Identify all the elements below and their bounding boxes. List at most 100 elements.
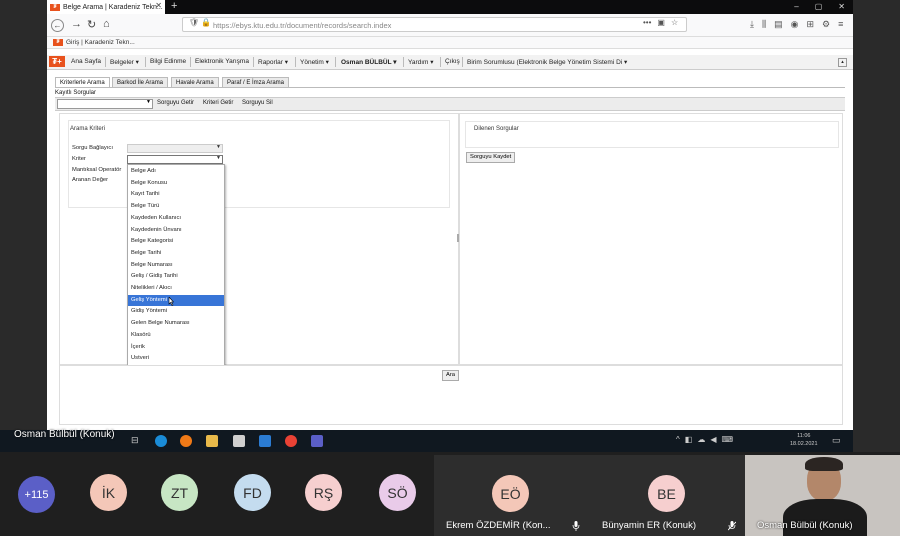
dropdown-option[interactable]: Kaydedenin Ünvanı — [128, 225, 224, 237]
dropdown-option[interactable]: Belge Tarihi — [128, 248, 224, 260]
store-icon[interactable] — [233, 435, 245, 447]
shared-screen: ₮ Belge Arama | Karadeniz Tekn... ✕ + – … — [0, 0, 900, 452]
network-icon[interactable]: ◧ — [685, 435, 693, 444]
participant-avatar[interactable]: FD — [234, 474, 271, 511]
chevron-down-icon: ▼ — [216, 155, 221, 161]
more-icon[interactable]: ••• — [643, 18, 651, 27]
dropdown-option[interactable]: Belge Adı — [128, 166, 224, 178]
get-query-button[interactable]: Sorguyu Getir — [157, 100, 194, 106]
tab-criteria-search[interactable]: Kriterlerle Arama — [55, 77, 110, 87]
toolbar-icons: ⤓ ⫼ ▤ ◉ ⊞ ⚙ ≡ — [750, 19, 843, 30]
dropdown-option[interactable]: Belge Konusu — [128, 178, 224, 190]
criteria-title: Arama Kriteri — [70, 126, 106, 132]
library-icon[interactable]: ⫼ — [762, 19, 766, 30]
edge-icon[interactable] — [155, 435, 167, 447]
search-button[interactable]: Ara — [442, 370, 460, 381]
dropdown-option[interactable]: Ustveri — [128, 353, 224, 365]
settings-icon[interactable]: ⚙ — [822, 19, 830, 30]
notification-icon[interactable]: ▭ — [832, 435, 841, 446]
dropdown-option-selected[interactable]: Geliş Yöntemi — [128, 294, 224, 307]
sidebar-icon[interactable]: ▤ — [774, 19, 783, 30]
tab-signature-search[interactable]: Paraf / E İmza Arama — [222, 77, 290, 87]
get-criteria-button[interactable]: Kriteri Getir — [203, 100, 233, 106]
tab-strip: ₮ Belge Arama | Karadeniz Tekn... ✕ + – … — [47, 0, 853, 14]
dropdown-option[interactable]: Kayıt Tarihi — [128, 189, 224, 201]
participant-video-tile[interactable]: Osman Bülbül (Konuk) — [745, 455, 900, 536]
home-icon[interactable]: ⌂ — [103, 18, 110, 30]
menu-e-competition[interactable]: Elektronik Yarışma — [195, 58, 249, 65]
delete-query-button[interactable]: Sorguyu Sil — [242, 100, 273, 106]
menu-separator — [295, 57, 296, 67]
participant-tile[interactable]: EÖ Ekrem ÖZDEMİR (Kon... — [434, 455, 590, 536]
person-hair — [805, 457, 843, 471]
participant-avatar[interactable]: ZT — [161, 474, 198, 511]
menu-help[interactable]: Yardım ▾ — [408, 58, 434, 66]
tab-underline — [55, 87, 845, 88]
menu-reports[interactable]: Raporlar ▾ — [258, 58, 288, 66]
task-view-icon[interactable]: ⊟ — [131, 435, 143, 447]
site-favicon: ₮ — [50, 3, 60, 11]
mail-icon[interactable] — [259, 435, 271, 447]
participant-tile[interactable]: BE Bünyamin ER (Konuk) — [590, 455, 746, 536]
close-icon[interactable]: ✕ — [155, 1, 162, 10]
extension-icon[interactable]: ⊞ — [807, 19, 815, 30]
reload-icon[interactable]: ↻ — [87, 18, 96, 31]
clock[interactable]: 11:06 18.02.2021 — [790, 432, 818, 448]
menu-logout[interactable]: Çıkış — [445, 58, 460, 65]
url-bar[interactable]: https://ebys.ktu.edu.tr/document/records… — [182, 17, 687, 32]
dropdown-option[interactable]: Nitelikleri / Akıcı — [128, 283, 224, 295]
keyboard-icon[interactable]: ⌨ — [721, 435, 733, 444]
firefox-icon[interactable] — [180, 435, 192, 447]
close-window-icon[interactable]: ✕ — [838, 0, 845, 13]
dropdown-option[interactable]: Klasörü — [128, 330, 224, 342]
collapse-icon[interactable]: ▴ — [838, 58, 847, 67]
menu-user[interactable]: Osman BÜLBÜL ▾ — [341, 58, 397, 66]
maximize-icon[interactable]: ▢ — [815, 0, 823, 13]
app-logo[interactable]: ₮+ — [49, 56, 65, 67]
dropdown-option[interactable]: Gelen Belge Numarası — [128, 318, 224, 330]
menu-separator — [440, 57, 441, 67]
tab-referral-search[interactable]: Havale Arama — [171, 77, 219, 87]
volume-icon[interactable]: ◀ — [710, 435, 716, 444]
menu-admin[interactable]: Yönetim ▾ — [300, 58, 329, 66]
menu-home[interactable]: Ana Sayfa — [71, 58, 101, 65]
cloud-icon[interactable]: ☁ — [697, 435, 705, 444]
pocket-icon[interactable]: ▣ — [657, 18, 665, 27]
participant-avatar[interactable]: İK — [90, 474, 127, 511]
more-participants-button[interactable]: +115 — [18, 476, 55, 513]
browser-tab[interactable]: ₮ Belge Arama | Karadeniz Tekn... ✕ — [47, 0, 165, 14]
chrome-icon[interactable] — [285, 435, 297, 447]
menu-info[interactable]: Bilgi Edinme — [150, 58, 186, 65]
microphone-muted-icon — [728, 521, 736, 531]
dropdown-option[interactable]: Geliş / Gidiş Tarihi — [128, 271, 224, 283]
participant-avatar: EÖ — [492, 475, 529, 512]
file-explorer-icon[interactable] — [206, 435, 218, 447]
teams-icon[interactable] — [311, 435, 323, 447]
participant-avatar[interactable]: RŞ — [305, 474, 342, 511]
menu-separator — [335, 57, 336, 67]
forward-icon[interactable]: → — [71, 18, 82, 30]
participant-avatar[interactable]: SÖ — [379, 474, 416, 511]
connector-select[interactable]: ▼ — [127, 144, 223, 153]
dropdown-option[interactable]: Belge Kategorisi — [128, 236, 224, 248]
dropdown-option[interactable]: Belge Numarası — [128, 260, 224, 272]
download-icon[interactable]: ⤓ — [750, 19, 754, 30]
saved-queries-select[interactable]: ▼ — [57, 99, 153, 109]
tab-barcode-search[interactable]: Barkod İle Arama — [112, 77, 169, 87]
save-query-button[interactable]: Sorguyu Kaydet — [466, 152, 516, 163]
bookmark-item[interactable]: Giriş | Karadeniz Tekn... — [66, 37, 135, 49]
back-icon[interactable]: ← — [51, 19, 64, 32]
menu-documents[interactable]: Belgeler ▾ — [110, 58, 139, 66]
dropdown-option[interactable]: İçerik — [128, 342, 224, 354]
star-icon[interactable]: ☆ — [671, 18, 678, 27]
chevron-up-icon[interactable]: ^ — [676, 435, 680, 444]
dropdown-option[interactable]: Belge Türü — [128, 201, 224, 213]
dropdown-option[interactable]: Gidiş Yöntemi — [128, 306, 224, 318]
criterion-select[interactable]: ▼ — [127, 155, 223, 164]
role-select[interactable]: Birim Sorumlusu (Elektronik Belge Yöneti… — [467, 58, 627, 66]
profile-icon[interactable]: ◉ — [791, 19, 799, 30]
new-tab-icon[interactable]: + — [171, 0, 177, 13]
minimize-icon[interactable]: – — [794, 0, 798, 13]
dropdown-option[interactable]: Kaydeden Kullanıcı — [128, 213, 224, 225]
menu-icon[interactable]: ≡ — [838, 19, 843, 30]
